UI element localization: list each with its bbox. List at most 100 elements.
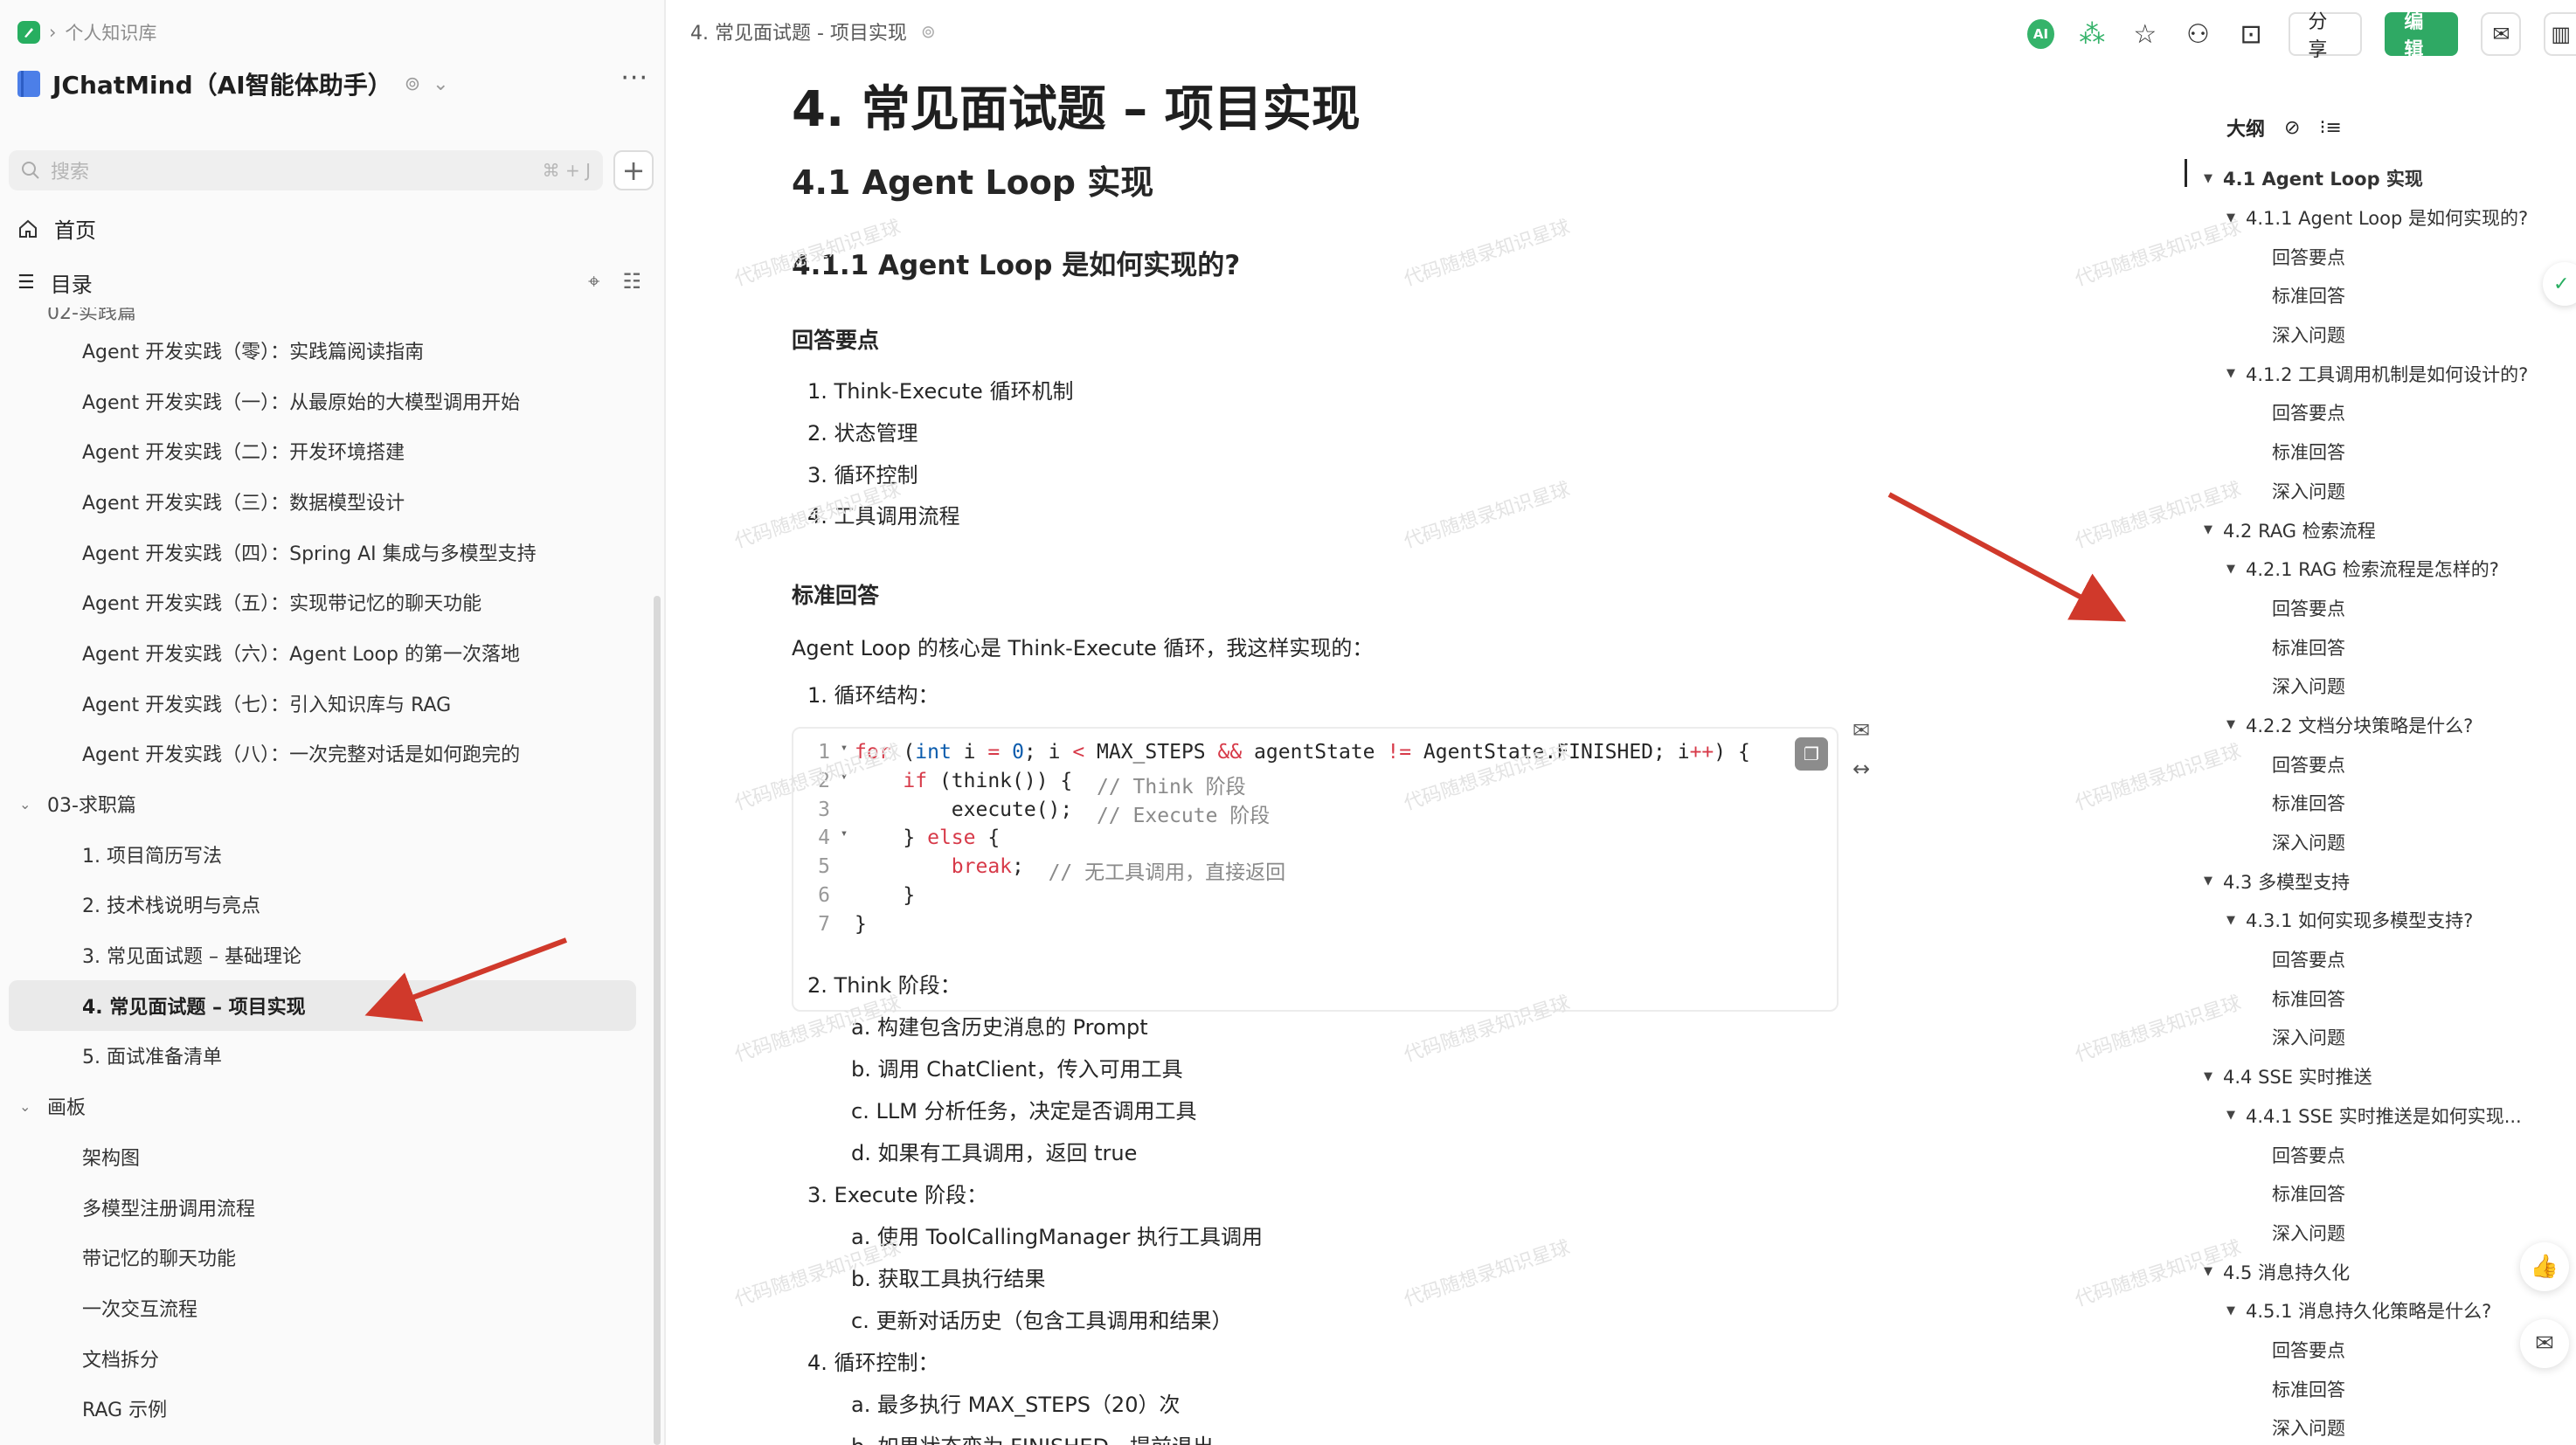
star-icon[interactable]: ☆ [2130,19,2161,50]
outline-item[interactable]: 深入问题 [2176,472,2528,511]
locate-icon[interactable]: ⌖ [588,269,600,294]
add-button[interactable]: + [613,150,654,190]
outline-item[interactable]: 回答要点 [2176,589,2528,628]
present-icon[interactable]: ⊡ [2236,19,2267,50]
comment-icon[interactable]: ✉ [1852,718,1870,743]
share-button[interactable]: 分享 [2289,11,2363,61]
outline-item[interactable]: 标准回答 [2176,1174,2528,1213]
outline-item[interactable]: ▼ 4.1.2 工具调用机制是如何设计的? [2176,354,2528,393]
add-collaborator-icon[interactable]: ⚇ [2183,19,2213,50]
tree-item[interactable]: Agent 开发实践（一）：从最原始的大模型调用开始 [0,376,650,426]
outline-item[interactable]: 深入问题 [2176,823,2528,862]
tree-item[interactable]: Agent 开发实践（五）：实现带记忆的聊天功能 [0,577,650,627]
outline-level-icon[interactable]: ⁝≡ [2319,117,2341,139]
outline-item[interactable]: ▼ 4.4.1 SSE 实时推送是如何实现... [2176,1096,2528,1136]
outline-item[interactable]: 标准回答 [2176,784,2528,823]
breadcrumb[interactable]: › 个人知识库 [17,19,156,45]
tree-item[interactable]: 3. 常见面试题 – 基础理论 [0,930,650,980]
collapse-triangle-icon[interactable]: ▼ [2226,211,2246,225]
collapse-triangle-icon[interactable]: ▼ [2226,718,2246,731]
tree-item[interactable]: Agent 开发实践（零）：实践篇阅读指南 [0,325,650,376]
copy-code-button[interactable]: ❐ [1795,737,1828,771]
tree-item[interactable]: 5. 面试准备清单 [0,1031,650,1082]
outline-item[interactable]: ▼ 4.3 多模型支持 [2176,861,2528,901]
outline-item[interactable]: 回答要点 [2176,940,2528,979]
nav-home[interactable]: 首页 [17,213,96,244]
tree-item[interactable]: 架构图 [0,1131,650,1182]
collapse-triangle-icon[interactable]: ▼ [2204,523,2223,536]
tree-group[interactable]: ⌄ 画板 [0,1081,650,1131]
collapse-triangle-icon[interactable]: ▼ [2226,563,2246,576]
outline-item[interactable]: 深入问题 [2176,667,2528,706]
outline-item[interactable]: ▼ 4.2 RAG 检索流程 [2176,510,2528,550]
search-input[interactable]: 搜索 ⌘ + J [9,150,603,190]
nav-toc[interactable]: ☰ 目录 [17,267,93,298]
breadcrumb-label[interactable]: 个人知识库 [65,19,156,45]
chevron-down-icon[interactable]: ⌄ [19,796,31,812]
outline-item[interactable]: ▼ 4.5.1 消息持久化策略是什么? [2176,1291,2528,1331]
tree-item[interactable]: 一次交互流程 [0,1283,650,1333]
outline-item[interactable]: 标准回答 [2176,276,2528,315]
doc-title-label[interactable]: 4. 常见面试题 - 项目实现 [690,17,907,45]
list-view-icon[interactable]: ☷ [622,269,641,294]
outline-item[interactable]: ▼ 4.3.1 如何实现多模型支持? [2176,901,2528,940]
outline-item[interactable]: ▼ 4.1.1 Agent Loop 是如何实现的? [2176,198,2528,238]
tree-item[interactable]: Agent 开发实践（八）：一次完整对话是如何跑完的 [0,729,650,779]
collapse-triangle-icon[interactable]: ▼ [2226,1304,2246,1317]
outline-item[interactable]: 回答要点 [2176,744,2528,784]
tree-item[interactable]: Agent 开发实践（四）：Spring AI 集成与多模型支持 [0,527,650,577]
chevron-down-icon[interactable]: ⌄ [433,73,448,95]
more-options-icon[interactable]: ··· [620,63,648,93]
sidebar-scrollbar[interactable] [654,596,661,1445]
outline-item[interactable]: 回答要点 [2176,237,2528,276]
tree-item[interactable]: Agent 开发实践（六）：Agent Loop 的第一次落地 [0,627,650,678]
collapse-triangle-icon[interactable]: ▼ [2204,875,2223,888]
tree-group[interactable]: ⌄ 03-求职篇 [0,778,650,829]
tree-item[interactable]: RAG 示例 [0,1383,650,1434]
tree-item[interactable]: Agent 开发实践（七）：引入知识库与 RAG [0,678,650,729]
floating-assistant-button[interactable]: ✓ [2543,262,2576,306]
tree-item[interactable]: 文档拆分 [0,1333,650,1384]
outline-item[interactable]: ▼ 4.5 消息持久化 [2176,1252,2528,1291]
hide-outline-icon[interactable]: ⊘ [2284,117,2300,139]
collapse-triangle-icon[interactable]: ▼ [2204,172,2223,185]
outline-item[interactable]: ▼ 4.2.2 文档分块策略是什么? [2176,706,2528,745]
outline-item[interactable]: 深入问题 [2176,1213,2528,1253]
edit-button[interactable]: 编辑 [2385,11,2459,61]
ai-assistant-button[interactable]: AI [2027,19,2054,49]
outline-item[interactable]: 标准回答 [2176,627,2528,667]
outline-item[interactable]: 标准回答 [2176,432,2528,472]
outline-item[interactable]: ▼ 4.1 Agent Loop 实现 [2176,159,2528,198]
tree-item[interactable]: 2. 技术栈说明与亮点 [0,880,650,930]
chevron-down-icon[interactable]: ⌄ [19,1098,31,1115]
tree-item[interactable]: Agent 开发实践（三）：数据模型设计 [0,476,650,527]
outline-item[interactable]: 标准回答 [2176,1369,2528,1408]
collapse-triangle-icon[interactable]: ▼ [2226,367,2246,380]
outline-item[interactable]: ▼ 4.2.1 RAG 检索流程是怎样的? [2176,550,2528,589]
expand-width-icon[interactable]: ↔ [1852,757,1870,781]
collapse-triangle-icon[interactable]: ▼ [2204,1070,2223,1083]
outline-item[interactable]: 回答要点 [2176,393,2528,432]
tree-item[interactable]: Agent 开发实践（二）：开发环境搭建 [0,425,650,476]
tree-item[interactable]: 02-实践篇 [0,308,650,325]
outline-item[interactable]: 标准回答 [2176,978,2528,1018]
apps-icon[interactable]: ⁂ [2077,19,2108,50]
collapse-triangle-icon[interactable]: ▼ [2226,1109,2246,1122]
outline-item[interactable]: ▼ 4.4 SSE 实时推送 [2176,1057,2528,1096]
book-title[interactable]: JChatMind（AI智能体助手） [52,66,392,101]
collapse-triangle-icon[interactable]: ▼ [2204,1265,2223,1278]
outline-item[interactable]: 回答要点 [2176,1331,2528,1370]
tree-item[interactable]: 带记忆的聊天功能 [0,1232,650,1283]
outline-item[interactable]: 回答要点 [2176,1135,2528,1174]
comments-button[interactable]: ✉ [2520,1319,2569,1368]
collapse-triangle-icon[interactable]: ▼ [2226,914,2246,927]
outline-item[interactable]: 深入问题 [2176,1408,2528,1445]
tree-item[interactable]: 多模型注册调用流程 [0,1182,650,1233]
panel-toggle-icon[interactable]: ▥ [2544,12,2576,56]
tree-item[interactable]: 4. 常见面试题 – 项目实现 [9,979,636,1031]
outline-item[interactable]: 深入问题 [2176,315,2528,355]
comment-icon[interactable]: ✉ [2481,12,2522,56]
outline-item[interactable]: 深入问题 [2176,1018,2528,1057]
like-button[interactable]: 👍 [2520,1242,2569,1291]
tree-item[interactable]: 1. 项目简历写法 [0,829,650,880]
